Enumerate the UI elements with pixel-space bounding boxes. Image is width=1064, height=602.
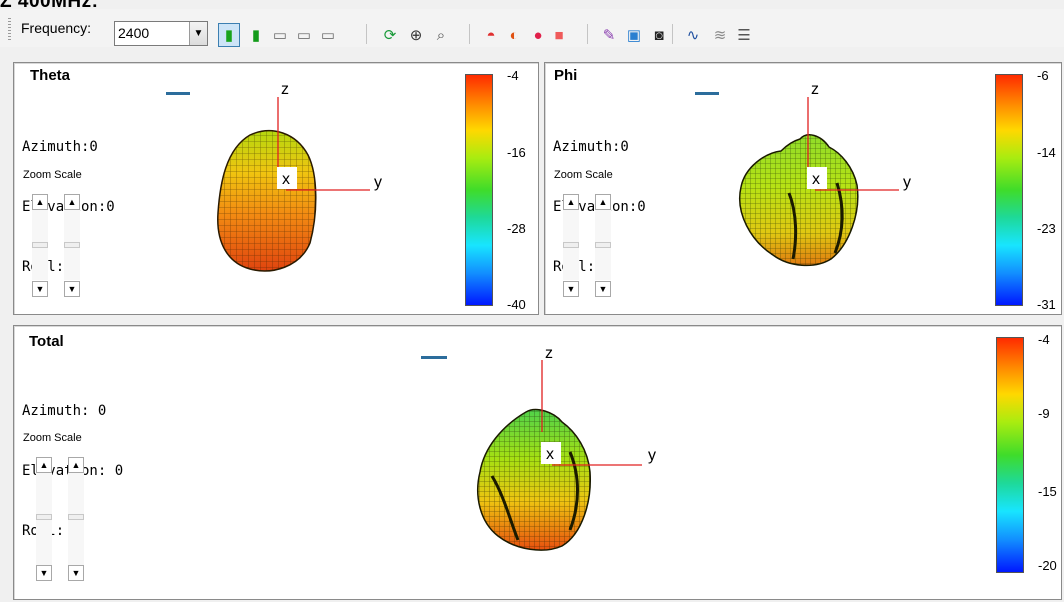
- total-panel: Total Azimuth: 0 Elevation: 0 Roll: 0 Zo…: [13, 325, 1062, 600]
- pen-draw-icon[interactable]: ✎: [598, 23, 620, 47]
- scale-tick: -4: [507, 68, 519, 83]
- phi-3d-pattern[interactable]: z y x: [545, 63, 1062, 315]
- toolbar: Frequency: 2400 ▼ ▮ ▮ ▭ ▭ ▭ ⟳ ⊕ ⌕ ◓ ◐ ● ■ ✎ ▣ ◙ ∿ ≋ ☰: [0, 9, 1064, 47]
- zoom-in-icon[interactable]: ⊕: [405, 23, 427, 47]
- camera-icon[interactable]: ◙: [648, 23, 670, 47]
- sphere-split-icon[interactable]: ◐: [503, 23, 525, 47]
- total-3d-pattern[interactable]: z y x: [14, 326, 1062, 600]
- frequency-value: 2400: [118, 25, 150, 41]
- phi-panel: Phi Azimuth:0 Elevation:0 Roll:0 Zoom Sc…: [544, 62, 1062, 315]
- sphere-icon[interactable]: ●: [527, 23, 549, 47]
- total-surface: [477, 408, 591, 551]
- theta-3d-pattern[interactable]: z y x: [14, 63, 539, 315]
- phone-front-icon[interactable]: ▮: [245, 23, 267, 47]
- z-axis-label: z: [811, 81, 819, 98]
- scale-tick: -4: [1038, 332, 1050, 347]
- zoom-out-icon[interactable]: ⌕: [430, 23, 452, 47]
- theta-surface: [217, 130, 317, 272]
- frequency-label: Frequency:: [21, 20, 92, 36]
- color-scale-bar: [465, 74, 493, 306]
- scale-tick: -14: [1037, 145, 1056, 160]
- device-right-icon[interactable]: ▭: [293, 23, 315, 47]
- multi-wave-icon[interactable]: ≋: [709, 23, 731, 47]
- scale-tick: -16: [507, 145, 526, 160]
- chevron-down-icon[interactable]: ▼: [189, 22, 207, 45]
- x-axis-label: x: [282, 171, 290, 188]
- rotate-icon[interactable]: ⟳: [379, 23, 401, 47]
- wave-icon[interactable]: ∿: [682, 23, 704, 47]
- z-axis-label: z: [545, 345, 553, 362]
- notes-icon[interactable]: ☰: [733, 23, 755, 47]
- scale-tick: -40: [507, 297, 526, 312]
- device-left-icon[interactable]: ▭: [269, 23, 291, 47]
- x-axis-label: x: [546, 446, 554, 463]
- toolbar-separator: [366, 24, 367, 44]
- theta-panel: Theta Azimuth:0 Elevation:0 Roll:0 Zoom …: [13, 62, 539, 315]
- cube-icon[interactable]: ■: [548, 23, 570, 47]
- export-image-icon[interactable]: ▣: [623, 23, 645, 47]
- phi-surface: [739, 134, 859, 267]
- scale-tick: -23: [1037, 221, 1056, 236]
- scale-tick: -6: [1037, 68, 1049, 83]
- y-axis-label: y: [903, 174, 911, 191]
- color-scale-bar: [996, 337, 1024, 573]
- scale-tick: -15: [1038, 484, 1057, 499]
- y-axis-label: y: [374, 174, 382, 191]
- phone-view-icon[interactable]: ▮: [218, 23, 240, 47]
- toolbar-separator: [469, 24, 470, 44]
- scale-tick: -20: [1038, 558, 1057, 573]
- scale-tick: -9: [1038, 406, 1050, 421]
- scale-tick: -28: [507, 221, 526, 236]
- z-axis-label: z: [281, 81, 289, 98]
- scale-tick: -31: [1037, 297, 1056, 312]
- toolbar-grip[interactable]: [8, 18, 11, 40]
- color-scale-bar: [995, 74, 1023, 306]
- frequency-select[interactable]: 2400 ▼: [114, 21, 208, 46]
- toolbar-separator: [672, 24, 673, 44]
- y-axis-label: y: [648, 447, 656, 464]
- toolbar-separator: [587, 24, 588, 44]
- x-axis-label: x: [812, 171, 820, 188]
- device-edit-icon[interactable]: ▭: [317, 23, 339, 47]
- sphere-half-icon[interactable]: ◓: [480, 23, 502, 47]
